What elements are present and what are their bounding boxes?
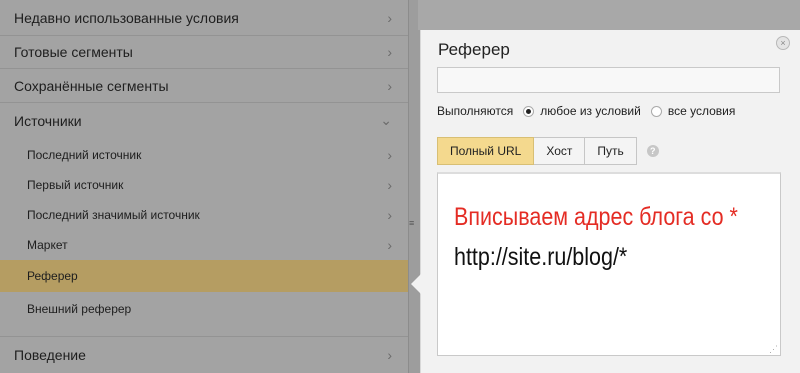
menu-item-label: Маркет xyxy=(27,238,68,252)
menu-item-label: Внешний реферер xyxy=(27,302,132,316)
chevron-right-icon: › xyxy=(387,77,392,94)
referrer-input[interactable] xyxy=(437,67,780,93)
menu-item-market[interactable]: Маркет › xyxy=(0,230,408,260)
menu-item-referrer[interactable]: Реферер xyxy=(0,260,408,292)
option-all-label: все условия xyxy=(667,104,736,118)
radio-any-condition[interactable] xyxy=(523,105,535,117)
match-mode-tabs: Полный URL Хост Путь ? xyxy=(437,137,659,165)
chevron-right-icon: › xyxy=(387,9,392,26)
menu-item-label: Сохранённые сегменты xyxy=(14,77,169,94)
chevron-right-icon: › xyxy=(387,347,392,363)
scroll-grip-icon[interactable]: ≡ xyxy=(409,219,415,235)
menu-item-recent-conditions[interactable]: Недавно использованные условия › xyxy=(0,0,408,36)
help-icon[interactable]: ? xyxy=(646,145,659,157)
option-any-label: любое из условий xyxy=(540,104,641,118)
menu-item-saved-segments[interactable]: Сохранённые сегменты › xyxy=(0,69,408,103)
segment-menu: Недавно использованные условия › Готовые… xyxy=(0,0,409,373)
chevron-right-icon: › xyxy=(387,147,392,163)
tab-full-url[interactable]: Полный URL xyxy=(437,137,535,165)
menu-item-label: Недавно использованные условия xyxy=(14,9,239,26)
chevron-down-icon: ⌄ xyxy=(380,112,392,128)
chevron-right-icon: › xyxy=(387,237,392,253)
resize-handle-icon[interactable]: ⋰ xyxy=(769,344,778,355)
menu-item-sources[interactable]: Источники ⌄ xyxy=(0,103,408,138)
tab-host[interactable]: Хост xyxy=(534,137,586,165)
menu-item-label: Последний значимый источник xyxy=(27,208,200,222)
menu-item-label: Первый источник xyxy=(27,178,124,192)
menu-item-label: Реферер xyxy=(27,269,78,283)
menu-item-label: Источники xyxy=(14,112,82,129)
chevron-right-icon: › xyxy=(387,177,392,193)
annotation-text: Вписываем адрес блога со * xyxy=(454,203,738,231)
match-label: Выполняются xyxy=(437,104,514,118)
popup-title: Реферер xyxy=(438,40,510,59)
chevron-right-icon: › xyxy=(387,207,392,223)
menu-item-label: Последний источник xyxy=(27,148,142,162)
top-strip xyxy=(418,0,800,30)
menu-item-external-referrer[interactable]: Внешний реферер xyxy=(0,292,408,326)
menu-item-behavior[interactable]: Поведение › xyxy=(0,336,408,373)
chevron-right-icon: › xyxy=(387,44,392,60)
popup-arrow xyxy=(411,274,421,294)
menu-item-ready-segments[interactable]: Готовые сегменты › xyxy=(0,36,408,69)
menu-item-last-source[interactable]: Последний источник › xyxy=(0,140,408,170)
menu-item-first-source[interactable]: Первый источник › xyxy=(0,170,408,200)
match-condition-row: Выполняются любое из условий все условия xyxy=(437,104,735,118)
tab-path[interactable]: Путь xyxy=(585,137,637,165)
menu-item-last-significant-source[interactable]: Последний значимый источник › xyxy=(0,200,408,230)
menu-item-label: Поведение xyxy=(14,347,86,363)
close-icon[interactable]: × xyxy=(776,36,790,50)
radio-all-conditions[interactable] xyxy=(650,105,662,117)
url-text: http://site.ru/blog/* xyxy=(454,243,628,271)
menu-item-label: Готовые сегменты xyxy=(14,44,133,60)
